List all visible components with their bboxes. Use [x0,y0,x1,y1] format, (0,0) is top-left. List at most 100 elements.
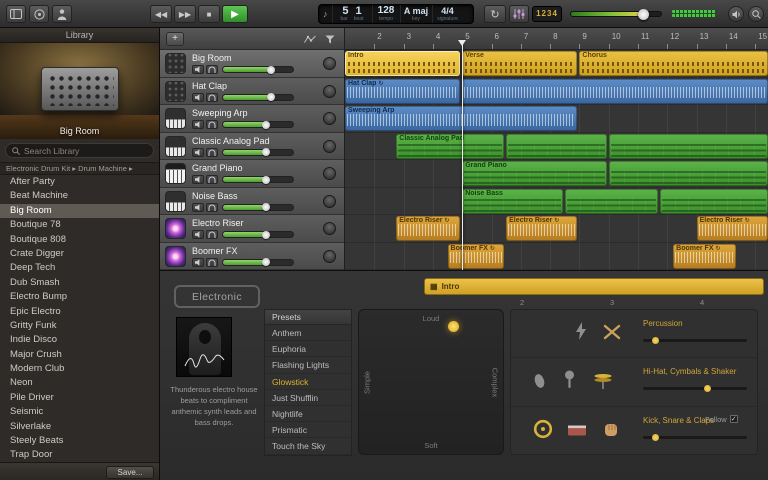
count-in-button[interactable]: 1234 [532,6,562,22]
master-volume-slider[interactable] [570,9,662,20]
region-loop-segment[interactable] [462,78,768,104]
lcd-display[interactable]: ♪ 5 1 bar beat 128 tempo A maj key 4/4 s… [318,4,474,24]
library-item-seismic[interactable]: Seismic [0,405,159,419]
bar-ruler[interactable]: 2 3 4 5 6 7 8 9 10 11 12 13 14 15 [345,28,768,50]
pan-knob[interactable] [323,167,336,180]
save-button[interactable]: Save... [106,465,154,479]
follow-checkbox[interactable]: ✓ [729,415,738,424]
volume-slider[interactable] [222,93,294,101]
xy-puck[interactable] [448,320,460,332]
library-item-deep-tech[interactable]: Deep Tech [0,261,159,275]
preset-item-touch-the-sky[interactable]: Touch the Sky [265,438,351,455]
volume-knob[interactable] [262,120,271,129]
track-header-boomer-fx[interactable]: Boomer FX [160,242,344,270]
mute-button[interactable] [192,65,204,74]
preset-item-flashing-lights[interactable]: Flashing Lights [265,357,351,374]
musical-typing-button[interactable] [52,5,72,23]
solo-button[interactable] [206,65,218,74]
volume-knob[interactable] [262,175,271,184]
region-classic-analog-pad[interactable]: Classic Analog Pad [396,133,505,159]
track-header-sweeping-arp[interactable]: Sweeping Arp [160,105,344,133]
region-grand-piano[interactable]: Grand Piano [462,161,607,186]
breadcrumb[interactable]: Electronic Drum Kit ▸ Drum Machine ▸ [0,162,159,175]
percussion-knob[interactable] [652,337,660,344]
library-item-steely-beats[interactable]: Steely Beats [0,434,159,448]
library-item-major-crush[interactable]: Major Crush [0,348,159,362]
track-header-electro-riser[interactable]: Electro Riser [160,215,344,243]
track-header-grand-piano[interactable]: Grand Piano [160,160,344,188]
volume-slider[interactable] [222,175,294,184]
library-search[interactable] [5,143,154,158]
automation-button[interactable] [302,33,318,45]
zoom-button[interactable] [748,6,764,22]
mute-button[interactable] [192,147,204,157]
region-loop-segment[interactable] [506,133,607,159]
track-header-big-room[interactable]: Big Room [160,50,344,78]
library-item-boutique-78[interactable]: Boutique 78 [0,218,159,232]
volume-knob[interactable] [262,148,271,156]
xy-pad[interactable]: Loud Soft Simple Complex [358,309,504,455]
solo-button[interactable] [206,120,218,129]
loop-browser-button[interactable] [29,5,49,23]
pan-knob[interactable] [323,84,336,98]
preset-item-nightlife[interactable]: Nightlife [265,406,351,423]
preset-item-anthem[interactable]: Anthem [265,325,351,342]
volume-knob[interactable] [262,203,271,211]
pan-knob[interactable] [323,222,336,235]
solo-button[interactable] [206,92,218,102]
percussion-slider[interactable] [643,337,747,344]
mute-button[interactable] [192,257,204,267]
volume-slider[interactable] [222,65,294,74]
volume-slider[interactable] [222,203,294,211]
library-item-big-room[interactable]: Big Room [0,203,159,219]
solo-button[interactable] [206,147,218,157]
solo-button[interactable] [206,230,218,239]
library-item-neon[interactable]: Neon [0,376,159,390]
pan-knob[interactable] [323,57,336,70]
pan-knob[interactable] [323,139,336,153]
volume-knob[interactable] [262,258,271,266]
solo-button[interactable] [206,202,218,212]
mute-button[interactable] [192,92,204,102]
output-button[interactable] [728,6,744,22]
follow-control[interactable]: Follow ✓ [705,415,738,424]
region-loop-segment[interactable] [608,133,768,159]
genre-card[interactable]: Electronic [174,285,260,308]
library-item-boutique-808[interactable]: Boutique 808 [0,233,159,247]
library-item-dub-smash[interactable]: Dub Smash [0,276,159,290]
track-header-classic-analog-pad[interactable]: Classic Analog Pad [160,132,344,160]
region-electro-riser[interactable]: Electro Riser ↻ [396,216,461,241]
library-item-silverlake[interactable]: Silverlake [0,420,159,434]
kick-knob[interactable] [652,433,660,441]
region-boomer-fx[interactable]: Boomer FX ↻ [673,243,736,269]
solo-button[interactable] [206,175,218,184]
library-item-electro-bump[interactable]: Electro Bump [0,290,159,304]
rewind-button[interactable]: ◀◀ [150,5,172,23]
library-item-indie-disco[interactable]: Indie Disco [0,333,159,347]
forward-button[interactable]: ▶▶ [174,5,196,23]
library-item-epic-electro[interactable]: Epic Electro [0,305,159,319]
volume-slider[interactable] [222,148,294,156]
volume-slider[interactable] [222,230,294,239]
kick-slider[interactable] [643,433,747,441]
hihat-knob[interactable] [704,385,712,393]
region-hat-clap[interactable]: Hat Clap ↻ [345,78,461,104]
library-item-crate-digger[interactable]: Crate Digger [0,247,159,261]
filter-button[interactable] [322,33,338,45]
hihat-slider[interactable] [643,385,747,393]
mute-button[interactable] [192,120,204,129]
track-header-noise-bass[interactable]: Noise Bass [160,187,344,215]
volume-slider[interactable] [222,258,294,266]
volume-knob[interactable] [266,93,275,101]
mute-button[interactable] [192,175,204,184]
pan-knob[interactable] [323,112,336,125]
playhead[interactable] [458,40,467,270]
region-loop-segment[interactable] [659,188,768,214]
preset-item-just-shufflin[interactable]: Just Shufflin [265,390,351,406]
region-verse[interactable]: Verse [462,51,578,76]
pan-knob[interactable] [323,249,336,263]
library-item-beat-machine[interactable]: Beat Machine [0,189,159,203]
region-boomer-fx[interactable]: Boomer FX ↻ [447,243,505,269]
preset-item-euphoria[interactable]: Euphoria [265,341,351,358]
preset-item-glowstick[interactable]: Glowstick [265,374,351,390]
